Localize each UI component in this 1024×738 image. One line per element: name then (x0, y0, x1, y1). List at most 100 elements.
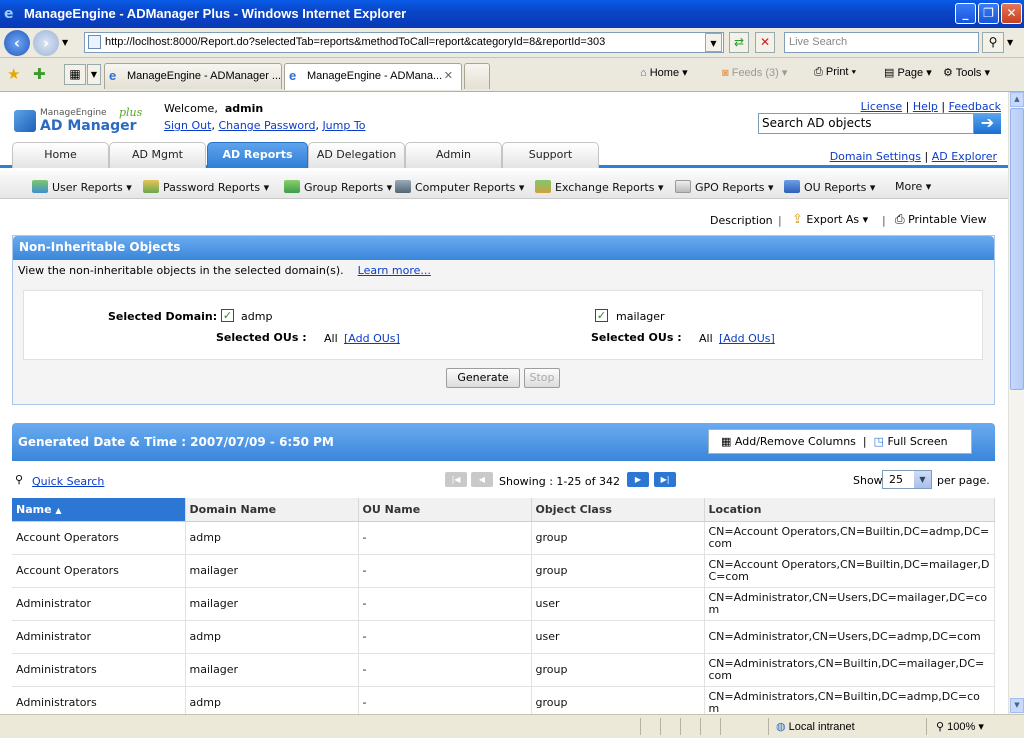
feedback-link[interactable]: Feedback (949, 100, 1001, 113)
cell-ou: - (358, 587, 532, 621)
browser-tab-1[interactable]: e ManageEngine - ADManager ... (104, 63, 282, 89)
first-page-icon[interactable]: |◀ (445, 472, 467, 487)
sign-out-link[interactable]: Sign Out (164, 119, 211, 132)
ad-explorer-link[interactable]: AD Explorer (932, 150, 997, 163)
menu-exchange-reports[interactable]: Exchange Reports ▾ (535, 180, 663, 194)
minimize-button[interactable]: _ (955, 3, 976, 24)
add-remove-columns-button[interactable]: ▦ Add/Remove Columns (721, 435, 856, 448)
export-as-button[interactable]: ⇪ Export As ▾ (792, 212, 868, 227)
menu-group-reports[interactable]: Group Reports ▾ (284, 180, 392, 194)
ad-search-input[interactable]: Search AD objects (758, 113, 974, 134)
menu-user-reports[interactable]: User Reports ▾ (32, 180, 132, 194)
scroll-down-icon[interactable]: ▼ (1010, 698, 1024, 713)
admanager-logo[interactable]: ManageEngine AD Manager plus (14, 100, 154, 140)
jump-to-link[interactable]: Jump To (322, 119, 365, 132)
column-header-ou[interactable]: OU Name (358, 498, 532, 522)
favorites-star-icon[interactable]: ★ (7, 65, 20, 83)
menu-more[interactable]: More ▾ (895, 180, 931, 193)
tab-admin[interactable]: Admin (405, 142, 502, 168)
scroll-up-icon[interactable]: ▲ (1010, 92, 1024, 107)
menu-password-reports[interactable]: Password Reports ▾ (143, 180, 269, 194)
quick-search-link[interactable]: Quick Search (32, 475, 104, 488)
table-row[interactable]: Account Operators admp - group CN=Accoun… (12, 521, 995, 555)
print-button[interactable]: ⎙ Print ▾ (814, 66, 856, 79)
tab-list-icon[interactable]: ▼ (87, 64, 101, 85)
back-icon[interactable]: ‹ (4, 30, 30, 56)
rows-per-page-select[interactable]: 25 ▼ (882, 470, 932, 489)
maximize-button[interactable]: ❐ (978, 3, 999, 24)
new-tab-button[interactable] (464, 63, 490, 89)
sort-asc-icon: ▲ (55, 505, 62, 515)
table-row[interactable]: Account Operators mailager - group CN=Ac… (12, 554, 995, 588)
stop-icon[interactable]: ✕ (755, 32, 775, 53)
tab-label: ManageEngine - ADMana... (307, 70, 443, 82)
change-password-link[interactable]: Change Password (218, 119, 315, 132)
tab-home[interactable]: Home (12, 142, 109, 168)
tools-menu-button[interactable]: ⚙ Tools ▾ (943, 66, 990, 79)
domain-mailager-checkbox[interactable]: ✓ (595, 307, 608, 322)
browser-tab-2[interactable]: e ManageEngine - ADMana... ✕ (284, 63, 462, 90)
learn-more-link[interactable]: Learn more... (358, 264, 431, 277)
columns-icon: ▦ (721, 435, 732, 448)
domain-admp-label: admp (241, 310, 273, 323)
url-field[interactable]: http://loclhost:8000/Report.do?selectedT… (84, 32, 724, 53)
scrollbar-thumb[interactable] (1010, 108, 1024, 390)
refresh-icon[interactable]: ⇄ (729, 32, 749, 53)
url-dropdown-icon[interactable]: ▼ (705, 33, 722, 52)
cell-location: CN=Account Operators,CN=Builtin,DC=admp,… (704, 521, 995, 555)
tab-support[interactable]: Support (502, 142, 599, 168)
stop-button[interactable]: Stop (524, 368, 560, 388)
cell-name: Administrator (12, 587, 186, 621)
admp-add-ous-link[interactable]: [Add OUs] (344, 332, 400, 345)
gear-icon: ⚙ (943, 67, 953, 79)
domain-selection-box: Selected Domain: ✓ admp Selected OUs : A… (23, 290, 983, 360)
mailager-add-ous-link[interactable]: [Add OUs] (719, 332, 775, 345)
close-tab-icon[interactable]: ✕ (444, 64, 453, 88)
search-options-icon[interactable]: ▼ (1007, 38, 1013, 47)
menu-gpo-reports[interactable]: GPO Reports ▾ (675, 180, 774, 194)
table-row[interactable]: Administrator admp - user CN=Administrat… (12, 620, 995, 654)
forward-icon[interactable]: › (33, 30, 59, 56)
full-screen-button[interactable]: ◳ Full Screen (874, 435, 948, 448)
printer-icon: ⎙ (814, 66, 823, 78)
search-icon[interactable]: ⚲ (982, 32, 1004, 53)
home-button[interactable]: ⌂ Home ▾ (640, 66, 688, 79)
table-row[interactable]: Administrators mailager - group CN=Admin… (12, 653, 995, 687)
add-favorites-icon[interactable]: ✚ (33, 65, 46, 83)
printable-view-button[interactable]: ⎙ Printable View (895, 212, 987, 227)
live-search-input[interactable]: Live Search (784, 32, 979, 53)
table-row[interactable]: Administrator mailager - user CN=Adminis… (12, 587, 995, 621)
search-go-button[interactable]: ➔ (974, 113, 1001, 134)
generate-button[interactable]: Generate (446, 368, 520, 388)
domain-settings-link[interactable]: Domain Settings (830, 150, 921, 163)
cell-object-class: user (531, 587, 705, 621)
history-dropdown-icon[interactable]: ▼ (62, 38, 68, 47)
column-header-name[interactable]: Name ▲ (12, 498, 186, 522)
page-menu-button[interactable]: ▤ Page ▾ (884, 66, 932, 79)
prev-page-icon[interactable]: ◀ (471, 472, 493, 487)
table-row[interactable]: Administrators admp - group CN=Administr… (12, 686, 995, 714)
exchange-icon (535, 180, 551, 193)
description-link[interactable]: Description (710, 214, 773, 227)
tab-ad-reports[interactable]: AD Reports (207, 142, 308, 168)
cell-ou: - (358, 653, 532, 687)
menu-computer-reports[interactable]: Computer Reports ▾ (395, 180, 524, 194)
tab-ad-mgmt[interactable]: AD Mgmt (109, 142, 206, 168)
tab-ad-delegation[interactable]: AD Delegation (308, 142, 405, 168)
close-window-button[interactable]: ✕ (1001, 3, 1022, 24)
column-header-location[interactable]: Location (704, 498, 995, 522)
feeds-button[interactable]: ◙ Feeds (3) ▾ (722, 66, 787, 79)
logo-main-text: AD Manager (40, 118, 137, 134)
last-page-icon[interactable]: ▶| (654, 472, 676, 487)
next-page-icon[interactable]: ▶ (627, 472, 649, 487)
column-header-domain[interactable]: Domain Name (185, 498, 359, 522)
license-link[interactable]: License (861, 100, 902, 113)
quick-tabs-icon[interactable]: ▦ (64, 64, 86, 85)
column-header-object-class[interactable]: Object Class (531, 498, 705, 522)
zoom-control[interactable]: ⚲ 100% ▾ (936, 720, 984, 733)
domain-admp-checkbox[interactable]: ✓ (221, 307, 234, 322)
menu-ou-reports[interactable]: OU Reports ▾ (784, 180, 875, 194)
account-links: Sign Out, Change Password, Jump To (164, 119, 366, 132)
vertical-scrollbar[interactable]: ▲ ▼ (1008, 92, 1024, 714)
help-link[interactable]: Help (913, 100, 938, 113)
